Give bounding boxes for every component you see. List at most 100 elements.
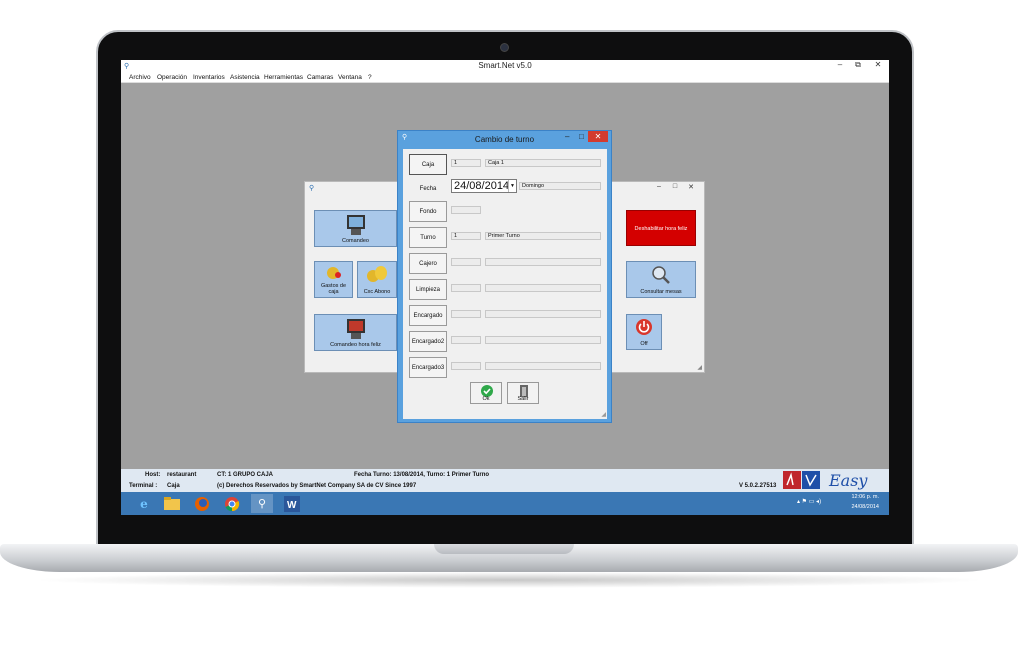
fondo-button[interactable]: Fondo (409, 201, 447, 222)
dialog-resize-grip-icon[interactable]: ◢ (601, 411, 606, 418)
comandeo-hora-feliz-tile[interactable]: Comandeo hora feliz (314, 314, 397, 351)
power-icon (636, 319, 652, 335)
clock-date: 24/08/2014 (851, 504, 879, 510)
pos-happy-hour-icon (346, 319, 365, 339)
terminal-label: Terminal : (129, 483, 158, 489)
ct-text: CT: 1 GRUPO CAJA (217, 472, 274, 478)
encargado3-name-field (485, 362, 601, 370)
encargado-code-field[interactable] (451, 310, 481, 318)
cxc-abono-label: Cxc Abono (363, 289, 391, 295)
file-explorer-icon[interactable] (161, 494, 183, 513)
dialog-body: Caja 1 Caja 1 Fecha 24/08/2014 ▼ Domingo… (403, 149, 607, 419)
dialog-close-button[interactable]: ✕ (588, 131, 608, 142)
caja-name-field: Caja 1 (485, 159, 601, 167)
brand-name: Easy (829, 471, 868, 490)
limpieza-button[interactable]: Limpieza (409, 279, 447, 300)
cambio-turno-dialog: ⚲ Cambio de turno – □ ✕ Caja 1 Caja 1 Fe… (397, 130, 612, 423)
magnifier-icon (652, 266, 670, 284)
limpieza-code-field[interactable] (451, 284, 481, 292)
encargado2-button[interactable]: Encargado2 (409, 331, 447, 352)
clock[interactable]: 12:06 p. m. 24/08/2014 (851, 494, 879, 510)
turno-name-field: Primer Turno (485, 232, 601, 240)
cxc-abono-tile[interactable]: Cxc Abono (357, 261, 397, 298)
resize-grip-icon[interactable]: ◢ (697, 364, 702, 371)
firefox-icon[interactable] (191, 494, 213, 513)
turno-button[interactable]: Turno (409, 227, 447, 248)
version-text: V 5.0.2.27513 (739, 483, 777, 489)
limpieza-name-field (485, 284, 601, 292)
comandeo-label: Comandeo (342, 238, 369, 244)
terminal-value: Caja (167, 483, 180, 489)
pos-terminal-icon (346, 215, 365, 235)
host-label: Host: (145, 472, 161, 478)
minimize-button[interactable]: – (833, 60, 847, 69)
fondo-field[interactable] (451, 206, 481, 214)
money-bag-icon (326, 267, 341, 279)
fecha-date-value: 24/08/2014 (454, 180, 510, 192)
brand-logo-icon (783, 471, 820, 489)
status-bar: Host: restaurant Terminal : Caja CT: 1 G… (121, 469, 889, 492)
right-launch-panel: – □ ✕ Deshabilitar hora feliz Consultar … (611, 181, 705, 373)
gastos-caja-label: Gastos de caja (320, 283, 347, 295)
panel-close-button[interactable]: ✕ (684, 183, 698, 191)
laptop-mockup: ⚲ Smart.Net v5.0 – ⧉ ✕ Archivo Operación… (0, 0, 1018, 666)
deshabilitar-hora-feliz-label: Deshabilitar hora feliz (634, 226, 688, 232)
cajero-name-field (485, 258, 601, 266)
menu-inventarios[interactable]: Inventarios (193, 74, 225, 81)
encargado2-code-field[interactable] (451, 336, 481, 344)
taskbar: e ⚲ W ▴ ⚑ ▭ ◂) 12:06 p. m. 24/08/2014 (121, 492, 889, 515)
svg-text:W: W (287, 500, 297, 511)
internet-explorer-icon[interactable]: e (133, 494, 155, 513)
tray-icons[interactable]: ▴ ⚑ ▭ ◂) (797, 498, 821, 505)
salir-button[interactable]: Salir (507, 382, 539, 404)
word-icon[interactable]: W (281, 494, 303, 513)
menu-archivo[interactable]: Archivo (129, 74, 151, 81)
fecha-label: Fecha (419, 185, 437, 192)
coins-icon (367, 266, 387, 282)
close-button[interactable]: ✕ (871, 60, 885, 69)
dialog-restore-button[interactable]: □ (579, 132, 584, 141)
menu-asistencia[interactable]: Asistencia (230, 74, 260, 81)
encargado-button[interactable]: Encargado (409, 305, 447, 326)
consultar-mesas-tile[interactable]: Consultar mesas (626, 261, 696, 298)
salir-label: Salir (517, 396, 529, 402)
fecha-date-picker[interactable]: 24/08/2014 ▼ (451, 179, 517, 193)
caja-button[interactable]: Caja (409, 154, 447, 175)
panel-restore-button[interactable]: □ (668, 183, 682, 190)
menu-herramientas[interactable]: Herramientas (264, 74, 303, 81)
webcam (500, 43, 509, 52)
encargado2-name-field (485, 336, 601, 344)
comandeo-hora-feliz-label: Comandeo hora feliz (330, 342, 381, 348)
panel-minimize-button[interactable]: – (652, 183, 666, 190)
dialog-minimize-button[interactable]: – (565, 132, 569, 141)
copyright-text: (c) Derechos Reservados by SmartNet Comp… (217, 483, 417, 489)
turno-code-field[interactable]: 1 (451, 232, 481, 240)
cajero-code-field[interactable] (451, 258, 481, 266)
comandeo-tile[interactable]: Comandeo (314, 210, 397, 247)
cajero-button[interactable]: Cajero (409, 253, 447, 274)
deshabilitar-hora-feliz-button[interactable]: Deshabilitar hora feliz (626, 210, 696, 246)
laptop-shadow (30, 572, 988, 588)
menu-ventana[interactable]: Ventana (338, 74, 362, 81)
encargado-name-field (485, 310, 601, 318)
panel-icon: ⚲ (309, 185, 315, 192)
app-titlebar: ⚲ Smart.Net v5.0 – ⧉ ✕ (121, 60, 889, 72)
caja-code-field[interactable]: 1 (451, 159, 481, 167)
menu-help[interactable]: ? (368, 74, 372, 81)
off-tile[interactable]: Off (626, 314, 662, 350)
shift-text: Fecha Turno: 13/08/2014, Turno: 1 Primer… (354, 472, 490, 478)
menu-camaras[interactable]: Camaras (307, 74, 333, 81)
menu-operacion[interactable]: Operación (157, 74, 187, 81)
ok-label: Ok (482, 396, 490, 402)
chrome-icon[interactable] (221, 494, 243, 513)
encargado3-code-field[interactable] (451, 362, 481, 370)
encargado3-button[interactable]: Encargado3 (409, 357, 447, 378)
gastos-caja-tile[interactable]: Gastos de caja (314, 261, 353, 298)
ok-button[interactable]: Ok (470, 382, 502, 404)
screen: ⚲ Smart.Net v5.0 – ⧉ ✕ Archivo Operación… (121, 60, 889, 515)
chevron-down-icon[interactable]: ▼ (508, 180, 516, 192)
host-value: restaurant (167, 472, 197, 478)
restore-button[interactable]: ⧉ (851, 60, 865, 70)
smartnet-taskbar-icon[interactable]: ⚲ (251, 494, 273, 513)
dialog-titlebar: ⚲ Cambio de turno – □ ✕ (398, 131, 611, 147)
